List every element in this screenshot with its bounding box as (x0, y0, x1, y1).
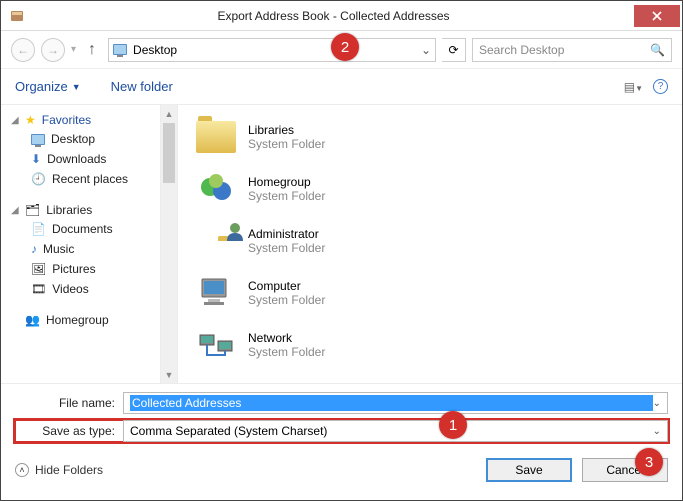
sidebar-item-documents[interactable]: 📄Documents (1, 219, 160, 239)
downloads-icon: ⬇ (31, 152, 41, 166)
desktop-icon (113, 44, 127, 55)
scroll-down-icon[interactable]: ▼ (161, 366, 177, 383)
list-item[interactable]: HomegroupSystem Folder (188, 163, 672, 215)
homegroup-group[interactable]: ▸👥Homegroup (1, 309, 160, 329)
refresh-button[interactable]: ⟳ (442, 38, 466, 62)
chevron-down-icon[interactable]: ⌄ (421, 43, 431, 57)
videos-icon: 🎞 (31, 282, 46, 296)
homegroup-icon: 👥 (25, 313, 40, 327)
save-type-label: Save as type: (15, 424, 115, 438)
search-placeholder: Search Desktop (479, 43, 650, 57)
list-item[interactable]: LibrariesSystem Folder (188, 111, 672, 163)
new-folder-button[interactable]: New folder (111, 79, 173, 94)
sidebar-item-recent[interactable]: 🕘Recent places (1, 169, 160, 189)
computer-icon (196, 273, 236, 313)
favorites-group[interactable]: ◢★Favorites (1, 109, 160, 129)
sidebar-item-desktop[interactable]: Desktop (1, 129, 160, 149)
desktop-icon (31, 134, 45, 145)
organize-menu[interactable]: Organize▼ (15, 79, 81, 94)
list-item[interactable]: NetworkSystem Folder (188, 319, 672, 371)
scroll-thumb[interactable] (163, 123, 175, 183)
navigation-tree: ◢★Favorites Desktop ⬇Downloads 🕘Recent p… (1, 105, 161, 383)
file-name-input[interactable]: Collected Addresses ⌄ (123, 392, 668, 414)
up-button[interactable]: ↑ (82, 39, 102, 61)
libraries-group[interactable]: ◢🗂Libraries (1, 199, 160, 219)
window-title: Export Address Book - Collected Addresse… (33, 9, 634, 23)
sidebar-item-downloads[interactable]: ⬇Downloads (1, 149, 160, 169)
save-type-dropdown[interactable]: Comma Separated (System Charset) ⌄ (123, 420, 668, 442)
sidebar-scrollbar[interactable]: ▲ ▼ (161, 105, 178, 383)
chevron-right-icon: ▸ (11, 315, 19, 326)
chevron-down-icon: ▼ (72, 82, 81, 92)
search-icon: 🔍 (650, 43, 665, 57)
file-list[interactable]: LibrariesSystem Folder HomegroupSystem F… (178, 105, 682, 383)
chevron-down-icon[interactable]: ⌄ (653, 426, 661, 437)
libraries-icon: 🗂 (25, 203, 40, 217)
recent-dropdown-icon[interactable]: ▾ (71, 44, 76, 55)
save-type-row-highlight: Save as type: Comma Separated (System Ch… (15, 420, 668, 442)
app-icon (9, 8, 25, 24)
scroll-up-icon[interactable]: ▲ (161, 105, 177, 122)
chevron-up-icon: ˄ (15, 463, 29, 477)
music-icon: ♪ (31, 242, 37, 256)
annotation-3: 3 (635, 448, 663, 476)
close-icon (652, 11, 662, 21)
chevron-down-icon: ◢ (11, 205, 19, 216)
save-button[interactable]: Save (486, 458, 572, 482)
command-bar: Organize▼ New folder ▤▼ ? (1, 69, 682, 105)
sidebar-item-music[interactable]: ♪Music (1, 239, 160, 259)
sidebar-item-pictures[interactable]: 🖼Pictures (1, 259, 160, 279)
annotation-2: 2 (331, 33, 359, 61)
address-location: Desktop (133, 43, 177, 57)
network-icon (196, 325, 236, 365)
title-bar: Export Address Book - Collected Addresse… (1, 1, 682, 31)
dialog-footer: ˄ Hide Folders Save Cancel (1, 448, 682, 496)
libraries-icon (196, 121, 236, 153)
save-form: File name: Collected Addresses ⌄ Save as… (1, 383, 682, 442)
annotation-1: 1 (439, 411, 467, 439)
help-icon[interactable]: ? (653, 79, 668, 94)
back-button[interactable]: ← (11, 38, 35, 62)
forward-button[interactable]: → (41, 38, 65, 62)
chevron-down-icon[interactable]: ⌄ (653, 398, 661, 409)
view-options-icon[interactable]: ▤▼ (624, 80, 643, 94)
recent-icon: 🕘 (31, 172, 46, 186)
search-input[interactable]: Search Desktop 🔍 (472, 38, 672, 62)
hide-folders-button[interactable]: ˄ Hide Folders (15, 463, 103, 477)
pictures-icon: 🖼 (31, 262, 46, 276)
list-item[interactable]: AdministratorSystem Folder (188, 215, 672, 267)
homegroup-icon (196, 169, 236, 209)
documents-icon: 📄 (31, 222, 46, 236)
close-button[interactable] (634, 5, 680, 27)
file-name-label: File name: (15, 396, 115, 410)
chevron-down-icon: ◢ (11, 115, 19, 126)
star-icon: ★ (25, 113, 36, 127)
list-item[interactable]: ComputerSystem Folder (188, 267, 672, 319)
sidebar-item-videos[interactable]: 🎞Videos (1, 279, 160, 299)
address-bar[interactable]: Desktop ⌄ (108, 38, 436, 62)
